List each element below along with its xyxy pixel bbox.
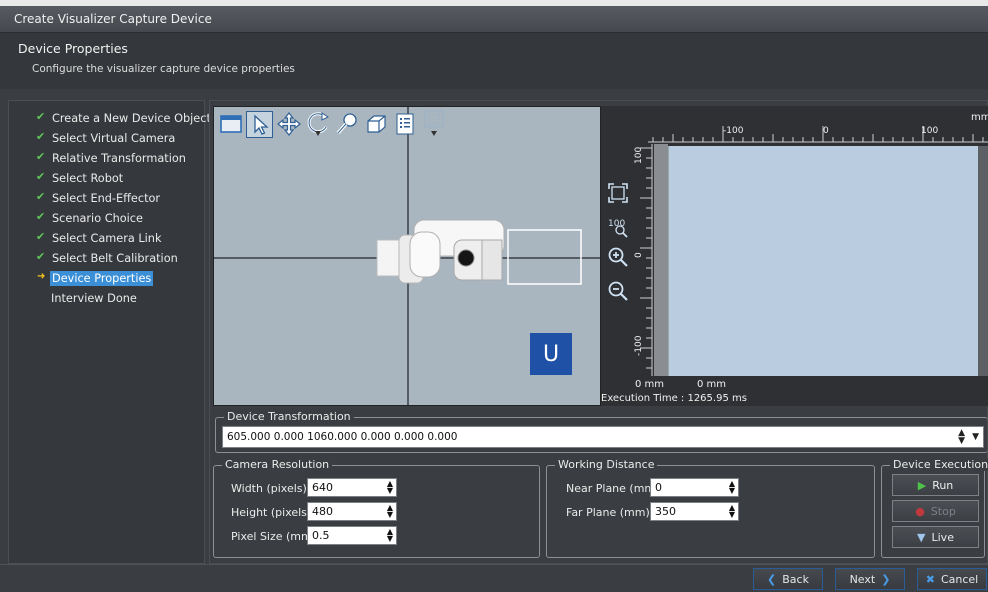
- width-label: Width (pixels): [231, 482, 307, 495]
- v-tick-label: -100: [634, 335, 644, 356]
- next-button[interactable]: Next ❯: [835, 568, 905, 590]
- spinner-icon[interactable]: ▲ ▼: [387, 504, 393, 519]
- back-arrow-icon: ❮: [767, 572, 777, 586]
- v-tick-label: 100: [634, 146, 644, 164]
- step-device-properties: ➜ Device Properties: [37, 270, 154, 286]
- live-button[interactable]: ▼ Live: [892, 526, 979, 548]
- spinner-icon[interactable]: ▲ ▼: [958, 429, 965, 446]
- step-relative-transformation: ✔ Relative Transformation: [36, 150, 186, 165]
- camera-icon: ▼: [917, 530, 926, 544]
- zoom-icon[interactable]: [333, 111, 360, 138]
- spinner-icon[interactable]: ▲ ▼: [387, 528, 393, 543]
- h-tick-label: -100: [723, 126, 744, 136]
- cancel-button[interactable]: ✖ Cancel: [917, 568, 987, 590]
- play-icon: ▶: [917, 478, 927, 492]
- pan-icon[interactable]: [275, 111, 302, 138]
- window-icon[interactable]: [217, 111, 244, 138]
- robot-model: [376, 219, 505, 284]
- step-select-camera-link: ✔ Select Camera Link: [36, 230, 162, 245]
- select-arrow-icon[interactable]: [246, 110, 273, 138]
- camera-image-panel: mm -100 0 100 100 0 -100 100 0 mm 0 mm E…: [601, 106, 988, 406]
- h-tick-label: 100: [921, 126, 939, 136]
- stop-button[interactable]: ● Stop: [892, 500, 979, 522]
- h-tick-label: 0: [823, 126, 829, 136]
- fit-icon[interactable]: [605, 180, 631, 206]
- working-distance-legend: Working Distance: [555, 458, 658, 471]
- far-plane-input[interactable]: 350 ▲ ▼: [650, 502, 739, 521]
- step-select-end-effector: ✔ Select End-Effector: [36, 190, 161, 205]
- device-transformation-value: 605.000 0.000 1060.000 0.000 0.000 0.000: [227, 431, 458, 443]
- window-title: Create Visualizer Capture Device: [14, 12, 212, 26]
- pixel-size-input[interactable]: 0.5 ▲ ▼: [307, 526, 397, 545]
- step-interview-done: Interview Done: [51, 291, 137, 305]
- pixel-size-label: Pixel Size (mm): [231, 530, 317, 543]
- step-select-camera: ✔ Select Virtual Camera: [36, 130, 176, 145]
- arrow-right-icon: ➜: [37, 271, 46, 282]
- device-transformation-legend: Device Transformation: [224, 410, 354, 423]
- horizontal-ruler: [648, 126, 988, 143]
- camera-resolution-legend: Camera Resolution: [222, 458, 333, 471]
- next-arrow-icon: ❯: [881, 572, 891, 586]
- checkmark-icon: ✔: [36, 150, 46, 163]
- width-input[interactable]: 640 ▲ ▼: [307, 478, 397, 497]
- height-input[interactable]: 480 ▲ ▼: [307, 502, 397, 521]
- camera-image[interactable]: [668, 146, 978, 376]
- title-bar: Create Visualizer Capture Device: [0, 0, 988, 33]
- properties-icon[interactable]: [391, 111, 418, 138]
- page-subtitle: Configure the visualizer capture device …: [32, 63, 295, 75]
- spinner-icon[interactable]: ▲ ▼: [729, 504, 735, 519]
- height-label: Height (pixels): [231, 506, 312, 519]
- step-select-robot: ✔ Select Robot: [36, 170, 124, 185]
- back-button[interactable]: ❮ Back: [753, 568, 823, 590]
- device-execution-legend: Device Execution: [890, 458, 988, 471]
- step-create-device: ✔ Create a New Device Object: [36, 110, 211, 125]
- vertical-scroll-track: [654, 144, 668, 376]
- execution-time: Execution Time : 1265.95 ms: [601, 393, 747, 404]
- rotate-icon[interactable]: [304, 111, 331, 138]
- near-plane-label: Near Plane (mm): [566, 482, 660, 495]
- coord-x-readout: 0 mm: [635, 379, 665, 390]
- checkmark-icon: ✔: [36, 230, 46, 243]
- u-badge: U: [530, 333, 572, 375]
- checkmark-icon: ✔: [36, 250, 46, 263]
- near-plane-input[interactable]: 0 ▲ ▼: [650, 478, 739, 497]
- view-options-icon[interactable]: [420, 110, 447, 138]
- spinner-icon[interactable]: ▲ ▼: [387, 480, 393, 495]
- wizard-header: Device Properties Configure the visualiz…: [0, 33, 988, 89]
- ruler-unit-label: mm: [971, 112, 988, 123]
- zoom-in-icon[interactable]: [605, 244, 631, 270]
- zoom-100-icon[interactable]: 100: [605, 214, 631, 240]
- step-scenario-choice: ✔ Scenario Choice: [36, 210, 143, 225]
- coord-y-readout: 0 mm: [697, 379, 727, 390]
- v-tick-label: 0: [634, 252, 644, 258]
- cube-icon[interactable]: [362, 111, 389, 138]
- wizard-steps: ✔ Create a New Device Object ✔ Select Virt…: [8, 100, 211, 564]
- step-select-belt-calibration: ✔ Select Belt Calibration: [36, 250, 178, 265]
- stop-icon: ●: [915, 504, 925, 518]
- checkmark-icon: ✔: [36, 110, 46, 123]
- checkmark-icon: ✔: [36, 190, 46, 203]
- far-plane-label: Far Plane (mm): [566, 506, 650, 519]
- checkmark-icon: ✔: [36, 210, 46, 223]
- checkmark-icon: ✔: [36, 170, 46, 183]
- zoom-out-icon[interactable]: [605, 278, 631, 304]
- checkmark-icon: ✔: [36, 130, 46, 143]
- device-transformation-input[interactable]: 605.000 0.000 1060.000 0.000 0.000 0.000…: [222, 426, 984, 448]
- dropdown-arrow-icon[interactable]: ▼: [972, 432, 979, 442]
- 3d-viewport[interactable]: U: [213, 106, 601, 406]
- page-title: Device Properties: [18, 41, 128, 56]
- viewport-toolbar: [217, 109, 449, 139]
- run-button[interactable]: ▶ Run: [892, 474, 979, 496]
- camera-image-side-bar: [978, 146, 988, 376]
- spinner-icon[interactable]: ▲ ▼: [729, 480, 735, 495]
- cancel-icon: ✖: [925, 572, 935, 586]
